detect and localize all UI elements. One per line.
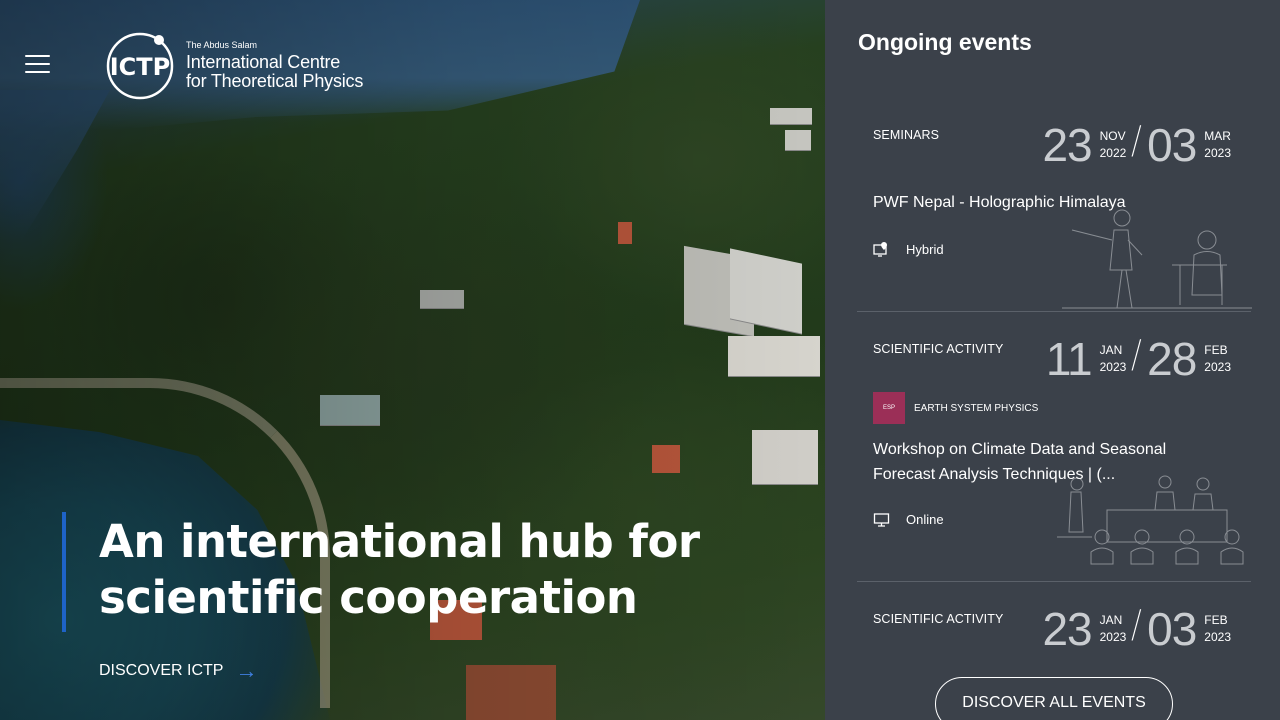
- arrow-right-icon: →: [235, 658, 258, 683]
- start-month: JAN: [1099, 613, 1123, 627]
- research-area-tag[interactable]: ESP EARTH SYSTEM PHYSICS: [873, 392, 1038, 424]
- event-category: SEMINARS: [873, 128, 940, 142]
- logo-line-2: for Theoretical Physics: [186, 71, 364, 91]
- tag-code-badge: ESP: [873, 392, 905, 424]
- event-title[interactable]: PWF Nepal - Holographic Himalaya: [873, 190, 1203, 215]
- svg-text:ICTP: ICTP: [110, 53, 171, 81]
- ictp-logo[interactable]: ICTP The Abdus Salam International Centr…: [104, 30, 363, 102]
- start-year: 2023: [1099, 630, 1127, 644]
- start-day: 23: [1042, 119, 1092, 171]
- end-month: FEB: [1204, 343, 1228, 357]
- event-title[interactable]: Workshop on Climate Data and Seasonal Fo…: [873, 437, 1203, 487]
- menu-line: [25, 55, 50, 57]
- start-year: 2022: [1099, 146, 1127, 160]
- monitor-icon: [873, 513, 890, 527]
- ictp-logo-mark-icon: ICTP: [104, 30, 176, 102]
- logo-line-small: The Abdus Salam: [186, 40, 258, 50]
- end-year: 2023: [1204, 146, 1231, 160]
- start-day: 23: [1042, 603, 1092, 655]
- hamburger-menu-icon[interactable]: [25, 55, 50, 75]
- event-card[interactable]: SEMINARS 23 NOV 2022 / 03 MAR 2023 PWF N…: [857, 88, 1252, 312]
- hero-section: ICTP The Abdus Salam International Centr…: [0, 0, 825, 720]
- start-month-year: JAN 2023: [1100, 342, 1127, 376]
- discover-ictp-link[interactable]: DISCOVER ICTP →: [99, 660, 257, 682]
- hero-title: An international hub for scientific coop…: [99, 515, 700, 624]
- event-dates: 23 NOV 2022 / 03 MAR 2023: [1042, 118, 1231, 171]
- start-month: JAN: [1099, 343, 1123, 357]
- end-month: FEB: [1204, 613, 1228, 627]
- event-dates: 23 JAN 2023 / 03 FEB 2023: [1042, 602, 1231, 655]
- end-month-year: MAR 2023: [1204, 128, 1231, 162]
- logo-line-1: International Centre: [186, 52, 341, 72]
- menu-line: [25, 63, 50, 65]
- date-separator: /: [1131, 118, 1143, 162]
- end-month-year: FEB 2023: [1204, 612, 1231, 646]
- event-category: SCIENTIFIC ACTIVITY: [873, 342, 1004, 356]
- tag-name: EARTH SYSTEM PHYSICS: [914, 402, 1039, 414]
- date-separator: /: [1131, 602, 1143, 646]
- location-monitor-icon: [873, 242, 887, 257]
- end-year: 2023: [1204, 360, 1231, 374]
- end-day: 03: [1147, 119, 1197, 171]
- event-mode: Online: [873, 511, 944, 528]
- end-month: MAR: [1204, 129, 1231, 143]
- discover-ictp-label: DISCOVER ICTP: [99, 662, 224, 679]
- discover-all-events-button[interactable]: DISCOVER ALL EVENTS: [935, 677, 1173, 720]
- start-month-year: JAN 2023: [1100, 612, 1127, 646]
- end-year: 2023: [1204, 630, 1231, 644]
- start-year: 2023: [1099, 360, 1127, 374]
- event-mode-label: Hybrid: [906, 242, 944, 257]
- start-month-year: NOV 2022: [1100, 128, 1127, 162]
- hero-text-block: An international hub for scientific coop…: [62, 512, 719, 632]
- start-month: NOV: [1099, 129, 1126, 143]
- event-mode-label: Online: [906, 512, 944, 527]
- event-dates: 11 JAN 2023 / 28 FEB 2023: [1045, 332, 1231, 385]
- date-separator: /: [1131, 332, 1143, 376]
- logo-text: The Abdus Salam International Centre for…: [186, 41, 363, 91]
- event-category: SCIENTIFIC ACTIVITY: [873, 612, 1004, 626]
- end-day: 28: [1147, 333, 1197, 385]
- end-month-year: FEB 2023: [1204, 342, 1231, 376]
- events-panel-title: Ongoing events: [858, 29, 1032, 55]
- start-day: 11: [1045, 333, 1093, 385]
- event-card[interactable]: SCIENTIFIC ACTIVITY 11 JAN 2023 / 28 FEB…: [857, 312, 1251, 582]
- end-day: 03: [1147, 603, 1197, 655]
- events-panel: Ongoing events SEMINARS 23 NOV 2022 / 03…: [825, 0, 1280, 720]
- menu-line: [25, 71, 50, 73]
- event-mode: Hybrid: [873, 241, 944, 258]
- seminar-illustration-icon: [1062, 209, 1252, 309]
